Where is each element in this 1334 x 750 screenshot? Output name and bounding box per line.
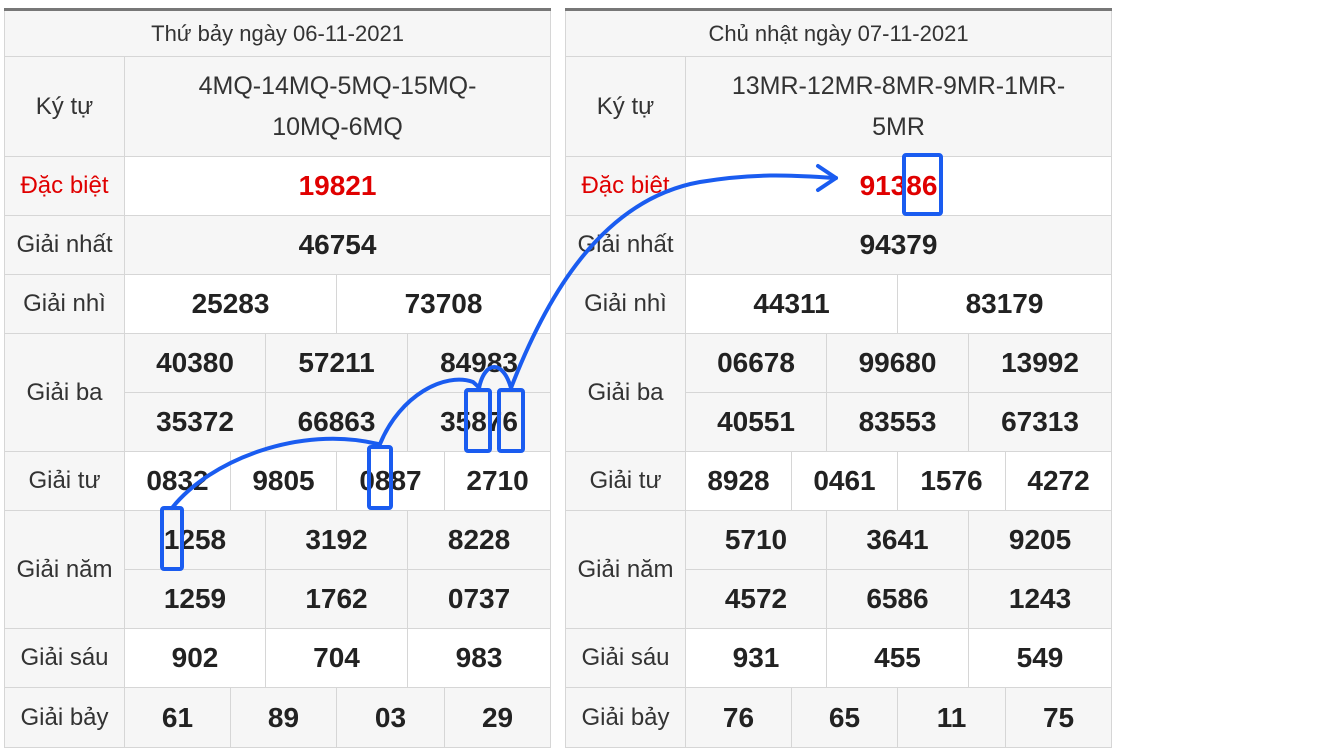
third-prize-value: 13992 bbox=[967, 333, 1113, 393]
second-prize-value: 25283 bbox=[124, 274, 337, 334]
special-prize-label: Đặc biệt bbox=[565, 156, 686, 216]
special-prize-value: 19821 bbox=[123, 156, 552, 216]
result-table-right: Chủ nhật ngày 07-11-2021 Ký tự 13MR-12MR… bbox=[564, 8, 1113, 748]
fourth-prize-value: 2710 bbox=[443, 451, 552, 511]
second-prize-label: Giải nhì bbox=[4, 274, 125, 334]
first-prize-label: Giải nhất bbox=[4, 215, 125, 275]
code-label: Ký tự bbox=[565, 56, 686, 157]
fifth-prize-value: 8228 bbox=[406, 510, 552, 570]
fourth-prize-value: 1576 bbox=[897, 451, 1006, 511]
fifth-prize-value: 1259 bbox=[124, 569, 266, 629]
sixth-prize-value: 704 bbox=[265, 628, 408, 688]
third-prize-value: 67313 bbox=[967, 392, 1113, 452]
first-prize-value: 94379 bbox=[684, 215, 1113, 275]
third-prize-value: 40380 bbox=[124, 333, 266, 393]
fourth-prize-value: 9805 bbox=[230, 451, 337, 511]
fifth-prize-value: 1258 bbox=[124, 510, 266, 570]
third-prize-value: 84983 bbox=[406, 333, 552, 393]
sixth-prize-value: 931 bbox=[685, 628, 827, 688]
fourth-prize-label: Giải tư bbox=[565, 451, 686, 511]
second-prize-label: Giải nhì bbox=[565, 274, 686, 334]
fourth-prize-value: 8928 bbox=[685, 451, 792, 511]
fourth-prize-value: 0461 bbox=[791, 451, 898, 511]
fourth-prize-value: 0887 bbox=[336, 451, 445, 511]
fifth-prize-label: Giải năm bbox=[565, 510, 686, 629]
seventh-prize-value: 76 bbox=[685, 687, 792, 748]
fifth-prize-value: 3641 bbox=[826, 510, 969, 570]
fifth-prize-label: Giải năm bbox=[4, 510, 125, 629]
code-label: Ký tự bbox=[4, 56, 125, 157]
seventh-prize-value: 29 bbox=[443, 687, 552, 748]
fourth-prize-value: 4272 bbox=[1004, 451, 1113, 511]
third-prize-value: 35372 bbox=[124, 392, 266, 452]
third-prize-label: Giải ba bbox=[4, 333, 125, 452]
sixth-prize-value: 983 bbox=[406, 628, 552, 688]
seventh-prize-value: 75 bbox=[1004, 687, 1113, 748]
sixth-prize-value: 455 bbox=[826, 628, 969, 688]
special-prize-label: Đặc biệt bbox=[4, 156, 125, 216]
seventh-prize-label: Giải bảy bbox=[565, 687, 686, 748]
fourth-prize-label: Giải tư bbox=[4, 451, 125, 511]
fourth-prize-value: 0832 bbox=[124, 451, 231, 511]
sixth-prize-label: Giải sáu bbox=[565, 628, 686, 688]
second-prize-value: 44311 bbox=[685, 274, 898, 334]
third-prize-value: 57211 bbox=[265, 333, 408, 393]
date-header: Chủ nhật ngày 07-11-2021 bbox=[564, 8, 1113, 57]
third-prize-label: Giải ba bbox=[565, 333, 686, 452]
result-table-left: Thứ bảy ngày 06-11-2021 Ký tự 4MQ-14MQ-5… bbox=[3, 8, 552, 748]
sixth-prize-value: 549 bbox=[967, 628, 1113, 688]
seventh-prize-label: Giải bảy bbox=[4, 687, 125, 748]
third-prize-value: 35876 bbox=[406, 392, 552, 452]
seventh-prize-value: 03 bbox=[336, 687, 445, 748]
fifth-prize-value: 1762 bbox=[265, 569, 408, 629]
sixth-prize-value: 902 bbox=[124, 628, 266, 688]
third-prize-value: 99680 bbox=[826, 333, 969, 393]
fifth-prize-value: 4572 bbox=[685, 569, 827, 629]
seventh-prize-value: 11 bbox=[897, 687, 1006, 748]
code-value: 4MQ-14MQ-5MQ-15MQ-10MQ-6MQ bbox=[123, 56, 552, 157]
date-header: Thứ bảy ngày 06-11-2021 bbox=[3, 8, 552, 57]
code-value: 13MR-12MR-8MR-9MR-1MR-5MR bbox=[684, 56, 1113, 157]
second-prize-value: 83179 bbox=[896, 274, 1113, 334]
seventh-prize-value: 89 bbox=[230, 687, 337, 748]
special-prize-value: 91386 bbox=[684, 156, 1113, 216]
first-prize-label: Giải nhất bbox=[565, 215, 686, 275]
fifth-prize-value: 5710 bbox=[685, 510, 827, 570]
third-prize-value: 40551 bbox=[685, 392, 827, 452]
sixth-prize-label: Giải sáu bbox=[4, 628, 125, 688]
fifth-prize-value: 9205 bbox=[967, 510, 1113, 570]
fifth-prize-value: 3192 bbox=[265, 510, 408, 570]
third-prize-value: 83553 bbox=[826, 392, 969, 452]
first-prize-value: 46754 bbox=[123, 215, 552, 275]
fifth-prize-value: 0737 bbox=[406, 569, 552, 629]
second-prize-value: 73708 bbox=[335, 274, 552, 334]
fifth-prize-value: 6586 bbox=[826, 569, 969, 629]
fifth-prize-value: 1243 bbox=[967, 569, 1113, 629]
seventh-prize-value: 65 bbox=[791, 687, 898, 748]
third-prize-value: 06678 bbox=[685, 333, 827, 393]
third-prize-value: 66863 bbox=[265, 392, 408, 452]
seventh-prize-value: 61 bbox=[124, 687, 231, 748]
